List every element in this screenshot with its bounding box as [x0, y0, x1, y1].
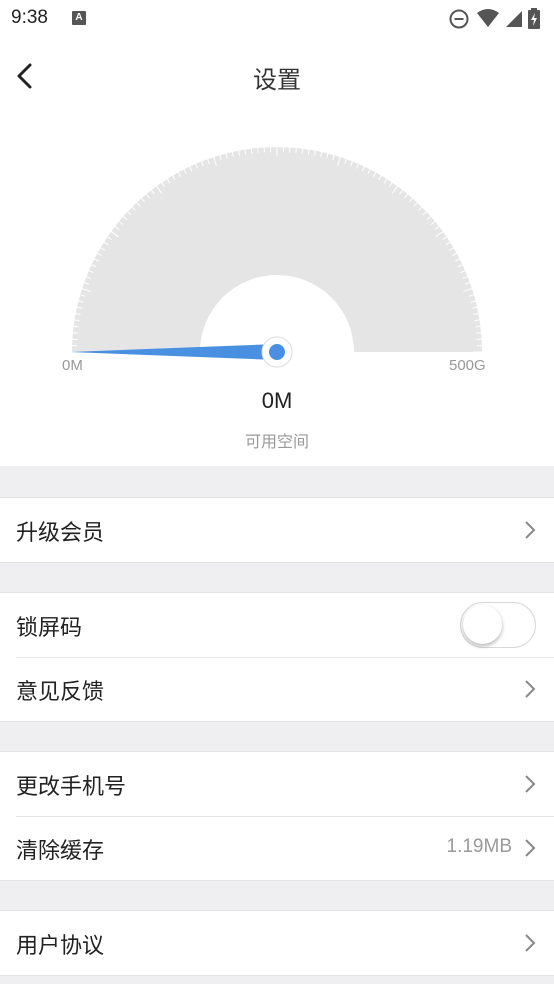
gauge-tick	[250, 148, 253, 154]
group-account: 更改手机号 清除缓存 1.19MB	[0, 751, 554, 881]
gauge-caption: 可用空间	[244, 432, 309, 451]
upgrade-member-row[interactable]: 升级会员	[0, 498, 554, 562]
gauge-value: 0M	[261, 388, 293, 413]
lock-screen-toggle[interactable]	[460, 602, 536, 648]
clear-cache-label: 清除缓存	[16, 839, 105, 864]
chevron-right-icon	[525, 775, 536, 793]
storage-gauge: 0M 500G 0M 可用空间	[0, 114, 554, 466]
lock-screen-row: 锁屏码	[0, 593, 554, 657]
wifi-icon	[477, 9, 499, 27]
group-legal: 用户协议	[0, 910, 554, 976]
group-security: 锁屏码 意见反馈	[0, 592, 554, 722]
user-agreement-row[interactable]: 用户协议	[0, 911, 554, 975]
change-phone-label: 更改手机号	[16, 775, 127, 800]
gauge-hub	[269, 344, 285, 360]
battery-charging-icon	[528, 8, 540, 29]
upgrade-member-label: 升级会员	[16, 521, 105, 546]
change-phone-row[interactable]: 更改手机号	[0, 752, 554, 816]
gauge-tick	[73, 325, 79, 328]
gauge-arc	[72, 147, 482, 352]
gauge-tick	[475, 325, 481, 328]
do-not-disturb-icon	[449, 9, 469, 29]
page-title: 设置	[253, 66, 301, 94]
feedback-label: 意见反馈	[16, 680, 105, 705]
settings-list: 升级会员 锁屏码 意见反馈 更改手机号 清除缓存 1.19MB 用户协议	[0, 466, 554, 984]
cache-size-value: 1.19MB	[446, 836, 512, 857]
chevron-right-icon	[525, 680, 536, 698]
gauge-min-label: 0M	[62, 357, 83, 374]
status-bar: 9:38 A	[0, 0, 554, 38]
chevron-right-icon	[525, 934, 536, 952]
header: 设置	[0, 38, 554, 114]
chevron-right-icon	[525, 521, 536, 539]
lock-screen-label: 锁屏码	[16, 616, 83, 641]
gauge-max-label: 500G	[449, 357, 486, 374]
toggle-knob	[463, 605, 502, 644]
feedback-row[interactable]: 意见反馈	[0, 657, 554, 721]
chevron-right-icon	[525, 839, 536, 857]
status-time: 9:38	[11, 7, 48, 28]
user-agreement-label: 用户协议	[16, 934, 105, 959]
notification-a-icon: A	[72, 11, 86, 25]
group-membership: 升级会员	[0, 497, 554, 563]
clear-cache-row[interactable]: 清除缓存 1.19MB	[0, 816, 554, 880]
signal-icon	[506, 11, 522, 27]
gauge-tick	[301, 148, 304, 154]
